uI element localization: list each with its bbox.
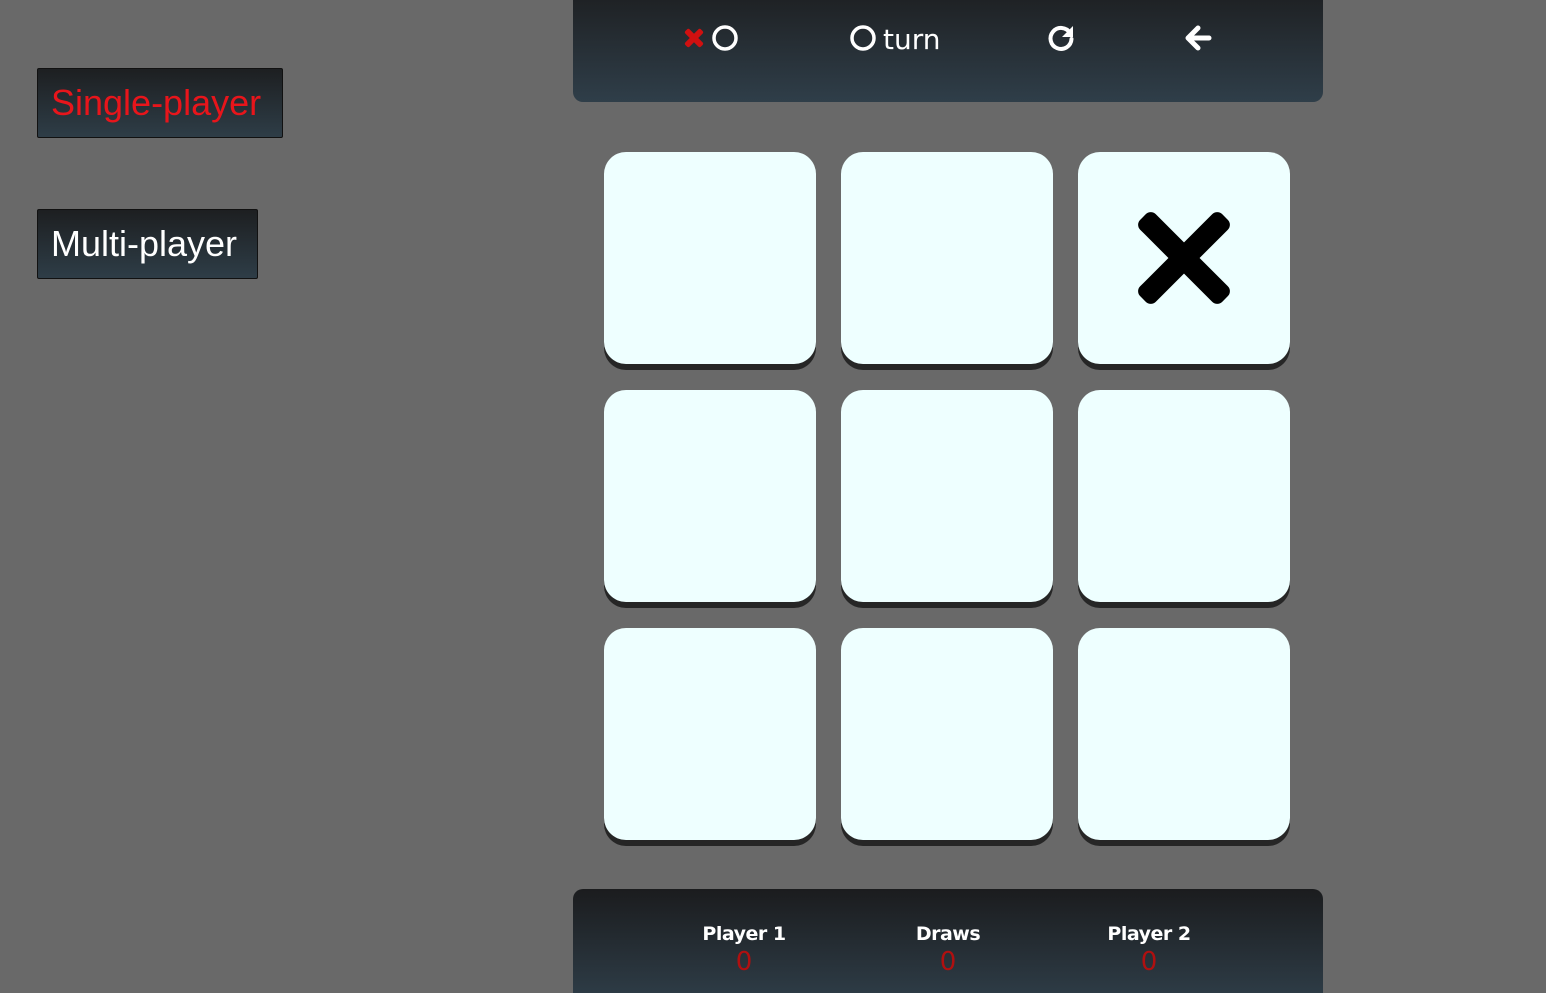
draws-value: 0 xyxy=(939,947,957,977)
single-player-button[interactable]: Single-player xyxy=(37,68,283,138)
player1-score: Player 1 0 xyxy=(664,921,824,977)
back-arrow-icon[interactable] xyxy=(1183,23,1213,58)
board-cell-7[interactable] xyxy=(604,628,816,840)
board-cell-2[interactable] xyxy=(841,152,1053,364)
draws-label: Draws xyxy=(915,923,981,945)
board-cell-9[interactable] xyxy=(1078,628,1290,840)
player1-value: 0 xyxy=(735,947,753,977)
player2-value: 0 xyxy=(1140,947,1158,977)
x-icon[interactable] xyxy=(683,27,705,54)
board-cell-6[interactable] xyxy=(1078,390,1290,602)
turn-label: turn xyxy=(883,23,941,56)
multi-player-button[interactable]: Multi-player xyxy=(37,209,258,279)
restart-button[interactable] xyxy=(1046,20,1076,60)
restart-icon[interactable] xyxy=(1046,23,1076,58)
player2-score: Player 2 0 xyxy=(1069,921,1229,977)
board-cell-8[interactable] xyxy=(841,628,1053,840)
o-icon[interactable] xyxy=(711,24,739,57)
score-bar: Player 1 0 Draws 0 Player 2 0 xyxy=(573,889,1323,993)
game-board xyxy=(604,152,1292,840)
o-icon xyxy=(849,24,877,57)
player2-label: Player 2 xyxy=(1107,923,1191,945)
draws-score: Draws 0 xyxy=(868,921,1028,977)
board-cell-3[interactable] xyxy=(1078,152,1290,364)
turn-indicator: turn xyxy=(849,20,941,60)
back-button[interactable] xyxy=(1183,20,1213,60)
board-cell-4[interactable] xyxy=(604,390,816,602)
top-bar: turn xyxy=(573,0,1323,102)
symbol-selector[interactable] xyxy=(683,20,739,60)
board-cell-1[interactable] xyxy=(604,152,816,364)
board-cell-5[interactable] xyxy=(841,390,1053,602)
x-mark-icon xyxy=(1138,212,1230,304)
player1-label: Player 1 xyxy=(702,923,786,945)
